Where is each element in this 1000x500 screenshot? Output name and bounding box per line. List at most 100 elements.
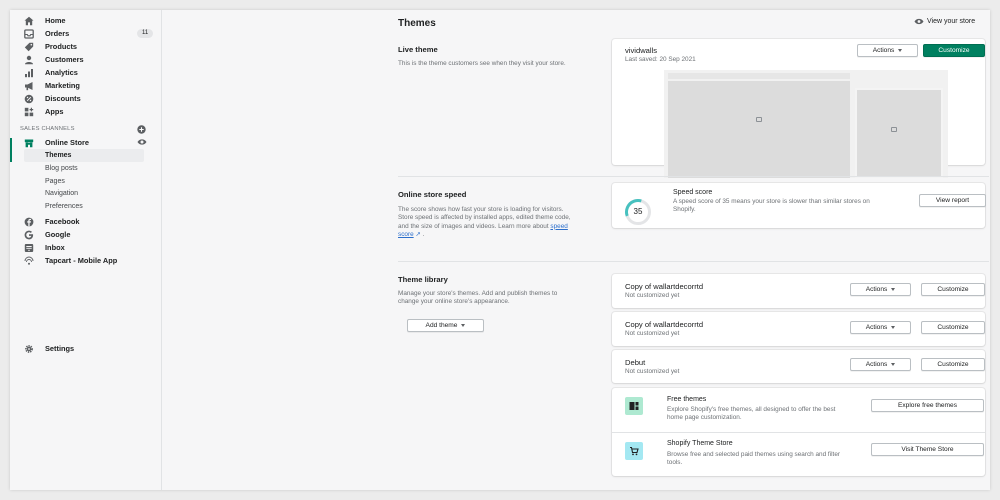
actions-label: Actions: [872, 47, 895, 54]
sidebar-item-tapcart[interactable]: Tapcart - Mobile App: [10, 254, 162, 267]
speed-score-title: Speed score: [673, 189, 713, 196]
sidebar-subitem-label: Themes: [45, 152, 72, 159]
theme-row-card: Copy of wallartdecorrtd Not customized y…: [612, 274, 985, 308]
live-theme-name: vividwalls: [625, 46, 658, 55]
sidebar-item-settings[interactable]: Settings: [10, 342, 162, 355]
sidebar-item-products[interactable]: Products: [10, 40, 162, 53]
theme-actions-button[interactable]: Actions: [850, 283, 911, 296]
theme-preview-mobile: [855, 88, 943, 178]
speed-description-suffix: .: [422, 230, 425, 238]
sidebar-item-customers[interactable]: Customers: [10, 53, 162, 66]
analytics-icon: [24, 68, 34, 78]
section-divider: [398, 261, 989, 262]
theme-store-title: Shopify Theme Store: [667, 440, 733, 447]
home-icon: [24, 16, 34, 26]
caret-down-icon: [891, 326, 896, 329]
live-theme-description: This is the theme customers see when the…: [398, 60, 566, 67]
actions-label: Actions: [865, 324, 888, 331]
theme-preview-desktop: [668, 81, 850, 178]
explore-free-themes-button[interactable]: Explore free themes: [871, 399, 984, 412]
sidebar-subitem-themes[interactable]: Themes: [24, 149, 144, 162]
free-themes-icon: [625, 397, 643, 415]
sidebar-item-label: Facebook: [45, 217, 80, 226]
sidebar-item-label: Customers: [45, 55, 84, 64]
sidebar-subitem-label: Navigation: [45, 190, 79, 197]
section-divider: [398, 176, 989, 177]
add-theme-label: Add theme: [425, 322, 458, 329]
customers-icon: [24, 55, 34, 65]
sidebar-item-discounts[interactable]: Discounts: [10, 92, 162, 105]
theme-actions-button[interactable]: Actions: [850, 358, 911, 371]
external-link-icon: ↗: [415, 230, 421, 238]
sidebar-item-label: Settings: [45, 344, 75, 353]
orders-count-badge: 11: [137, 29, 154, 38]
sidebar-subitem-label: Pages: [45, 178, 65, 185]
sidebar-item-label: Analytics: [45, 68, 78, 77]
sidebar-item-label: Products: [45, 42, 78, 51]
free-themes-text: Explore Shopify's free themes, all desig…: [667, 406, 836, 421]
customize-label: Customize: [937, 286, 969, 293]
google-icon: [24, 230, 34, 240]
speed-description-text: The score shows how fast your store is l…: [398, 206, 571, 230]
customize-label: Customize: [937, 324, 969, 331]
theme-customize-button[interactable]: Customize: [921, 283, 985, 296]
actions-label: Actions: [865, 361, 888, 368]
add-theme-button[interactable]: Add theme: [407, 319, 484, 332]
speed-description: The score shows how fast your store is l…: [398, 206, 576, 239]
speed-score-card: Speed score A speed score of 35 means yo…: [612, 183, 986, 228]
sidebar-item-orders[interactable]: Orders 11: [10, 27, 162, 40]
image-placeholder-icon: [891, 127, 897, 132]
theme-name: Debut: [625, 358, 646, 367]
theme-name: Copy of wallartdecorrtd: [625, 282, 704, 291]
theme-library-description: Manage your store's themes. Add and publ…: [398, 290, 558, 306]
sidebar-item-label: Tapcart - Mobile App: [45, 256, 118, 265]
theme-library-heading: Theme library: [398, 275, 448, 284]
products-icon: [24, 42, 34, 52]
explore-free-themes-label: Explore free themes: [897, 402, 957, 409]
view-store-link[interactable]: View your store: [914, 18, 975, 25]
sidebar-item-apps[interactable]: Apps: [10, 105, 162, 118]
eye-icon: [914, 18, 924, 25]
sidebar-item-label: Online Store: [45, 138, 89, 147]
theme-customize-button[interactable]: Customize: [921, 321, 985, 334]
theme-actions-button[interactable]: Actions: [850, 321, 911, 334]
add-sales-channel-icon[interactable]: [137, 125, 146, 134]
customize-label: Customize: [938, 47, 970, 54]
actions-label: Actions: [865, 286, 888, 293]
sidebar-item-label: Inbox: [45, 243, 65, 252]
sidebar-item-label: Home: [45, 16, 66, 25]
sidebar-subitem-preferences[interactable]: Preferences: [10, 200, 162, 213]
sidebar: Home Orders 11 Products Customers Analyt…: [10, 10, 162, 490]
settings-gear-icon: [24, 344, 34, 354]
view-store-label: View your store: [927, 18, 976, 25]
online-store-icon: [24, 138, 34, 148]
live-theme-customize-button[interactable]: Customize: [923, 44, 985, 57]
view-report-button[interactable]: View report: [919, 194, 986, 207]
sales-channels-label: SALES CHANNELS: [20, 126, 75, 132]
sidebar-subitem-label: Blog posts: [45, 165, 78, 172]
sidebar-subitem-navigation[interactable]: Navigation: [10, 187, 162, 200]
sidebar-item-google[interactable]: Google: [10, 228, 162, 241]
theme-customize-button[interactable]: Customize: [921, 358, 985, 371]
inbox-icon: [24, 243, 34, 253]
sidebar-subitem-blog-posts[interactable]: Blog posts: [10, 162, 162, 175]
sidebar-item-label: Apps: [45, 107, 64, 116]
theme-status: Not customized yet: [625, 330, 680, 337]
theme-status: Not customized yet: [625, 292, 680, 299]
live-theme-heading: Live theme: [398, 45, 438, 54]
live-theme-last-saved: Last saved: 20 Sep 2021: [625, 56, 696, 63]
visit-theme-store-button[interactable]: Visit Theme Store: [871, 443, 984, 456]
apps-icon: [24, 107, 34, 117]
theme-store-text: Browse free and selected paid themes usi…: [667, 451, 840, 466]
live-theme-actions-button[interactable]: Actions: [857, 44, 918, 57]
sidebar-item-analytics[interactable]: Analytics: [10, 66, 162, 79]
sidebar-item-home[interactable]: Home: [10, 14, 162, 27]
sidebar-item-inbox[interactable]: Inbox: [10, 241, 162, 254]
customize-label: Customize: [937, 361, 969, 368]
view-online-store-icon[interactable]: [137, 138, 147, 146]
sidebar-item-marketing[interactable]: Marketing: [10, 79, 162, 92]
sidebar-item-label: Orders: [45, 29, 70, 38]
speed-score-text: A speed score of 35 means your store is …: [673, 198, 870, 213]
sidebar-item-facebook[interactable]: Facebook: [10, 215, 162, 228]
free-themes-title: Free themes: [667, 396, 707, 403]
